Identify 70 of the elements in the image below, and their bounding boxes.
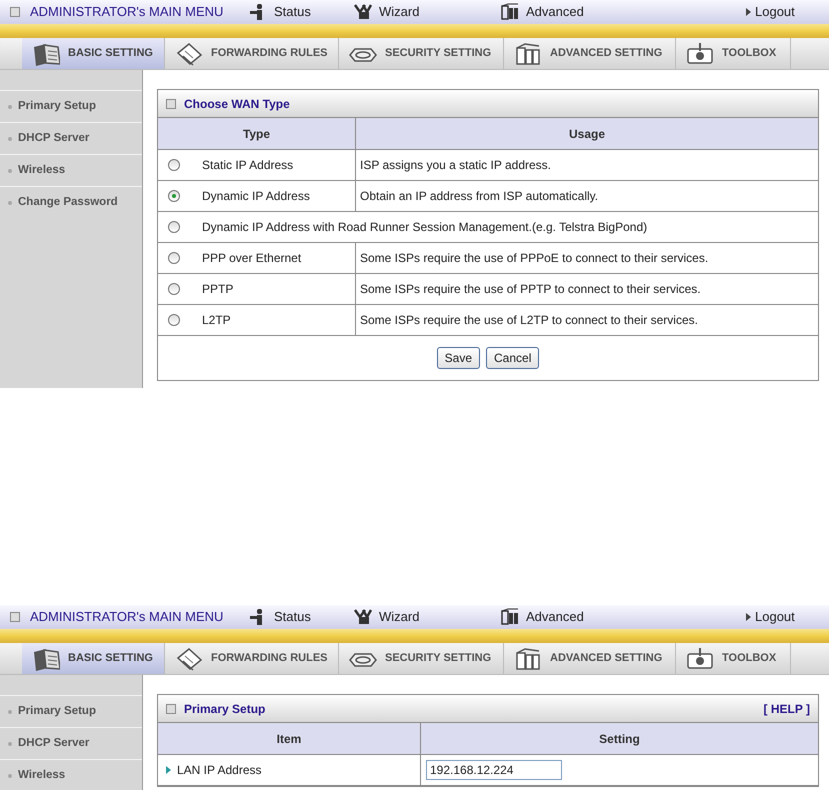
radio-button[interactable] bbox=[168, 283, 180, 295]
tab[interactable]: TOOLBOX bbox=[676, 643, 791, 674]
panel-title: Choose WAN Type bbox=[184, 96, 290, 112]
usage-text: ISP assigns you a static IP address. bbox=[360, 157, 551, 174]
square-icon bbox=[166, 98, 176, 108]
usage-text: Some ISPs require the use of PPPoE to connect to their services. bbox=[360, 250, 708, 267]
tab[interactable]: SECURITY SETTING bbox=[339, 38, 504, 69]
tab[interactable]: BASIC SETTING bbox=[22, 38, 165, 69]
sidebar-item[interactable]: DHCP Server bbox=[0, 727, 142, 759]
menu-link[interactable]: Status bbox=[248, 607, 353, 627]
sidebar-item[interactable]: Wireless bbox=[0, 759, 142, 790]
square-icon bbox=[166, 704, 176, 714]
help-link[interactable]: [ HELP ] bbox=[764, 700, 810, 718]
action-button[interactable]: Cancel bbox=[486, 347, 540, 369]
tab[interactable]: ADVANCED SETTING bbox=[504, 38, 676, 69]
type-label: PPP over Ethernet bbox=[202, 250, 302, 267]
menu-link[interactable]: Advanced bbox=[500, 2, 700, 22]
menu-title: ADMINISTRATOR's MAIN MENU bbox=[30, 608, 224, 626]
logout-link[interactable]: Logout bbox=[746, 607, 795, 627]
menu-link[interactable]: Wizard bbox=[353, 2, 500, 22]
usage-text: Some ISPs require the use of PPTP to connect to their services. bbox=[360, 281, 701, 298]
gear-icon bbox=[686, 646, 714, 672]
item-label: LAN IP Address bbox=[177, 762, 262, 779]
sidebar-item[interactable]: Primary Setup bbox=[0, 695, 142, 727]
menu-title: ADMINISTRATOR's MAIN MENU bbox=[30, 3, 224, 22]
radio-button[interactable] bbox=[168, 314, 180, 326]
tab[interactable]: FORWARDING RULES bbox=[165, 643, 339, 674]
column-header: Item bbox=[158, 723, 421, 754]
triangle-icon bbox=[166, 766, 171, 774]
books-icon bbox=[514, 40, 542, 66]
radio-button[interactable] bbox=[168, 252, 180, 264]
usage-text: Obtain an IP address from ISP automatically. bbox=[360, 188, 598, 205]
books-icon bbox=[500, 3, 520, 21]
usage-text: Some ISPs require the use of L2TP to connect to their services. bbox=[360, 312, 698, 329]
type-label: PPTP bbox=[202, 281, 234, 298]
radio-button[interactable] bbox=[168, 221, 180, 233]
gear-icon bbox=[686, 40, 714, 66]
menu-link[interactable]: Status bbox=[248, 2, 353, 22]
tab[interactable]: FORWARDING RULES bbox=[165, 38, 339, 69]
menu-link[interactable]: Wizard bbox=[353, 607, 500, 627]
books-icon bbox=[514, 646, 542, 672]
action-button[interactable]: Save bbox=[436, 347, 480, 369]
sidebar-item[interactable]: Change Password bbox=[0, 186, 142, 218]
papers-icon bbox=[175, 40, 203, 66]
type-label: L2TP bbox=[202, 312, 231, 329]
papers-icon bbox=[175, 646, 203, 672]
square-icon bbox=[10, 612, 20, 622]
books-icon bbox=[500, 608, 520, 626]
panel-title: Primary Setup bbox=[184, 700, 266, 718]
type-label: Static IP Address bbox=[202, 157, 294, 174]
tab[interactable]: BASIC SETTING bbox=[22, 643, 165, 674]
caret-icon bbox=[746, 8, 751, 16]
radio-button[interactable] bbox=[168, 190, 180, 202]
sidebar-item[interactable]: DHCP Server bbox=[0, 122, 142, 154]
type-label: Dynamic IP Address bbox=[202, 188, 310, 205]
column-header: Setting bbox=[598, 730, 641, 748]
logout-link[interactable]: Logout bbox=[746, 2, 795, 22]
tab[interactable]: TOOLBOX bbox=[676, 38, 791, 69]
tab[interactable]: SECURITY SETTING bbox=[339, 643, 504, 674]
menu-link[interactable]: Advanced bbox=[500, 607, 700, 627]
column-header: Type bbox=[158, 118, 356, 149]
text-field[interactable]: 192.168.12.224 bbox=[426, 760, 562, 780]
radio-button[interactable] bbox=[168, 159, 180, 171]
caret-icon bbox=[746, 613, 751, 621]
column-header: Usage bbox=[568, 126, 606, 142]
sidebar-item[interactable]: Wireless bbox=[0, 154, 142, 186]
type-label: Dynamic IP Address with Road Runner Session Management.(e.g. Telstra BigPond) bbox=[202, 219, 648, 236]
sidebar-item[interactable]: Primary Setup bbox=[0, 90, 142, 122]
tab[interactable]: ADVANCED SETTING bbox=[504, 643, 676, 674]
square-icon bbox=[10, 7, 20, 17]
